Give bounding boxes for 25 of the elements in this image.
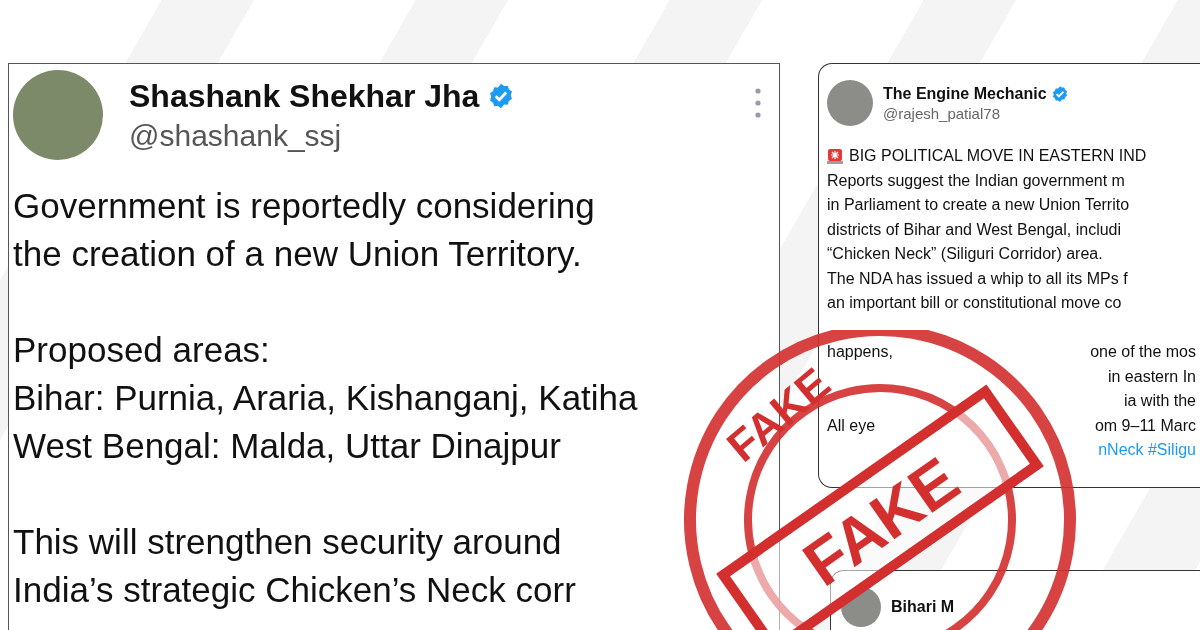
siren-icon: [827, 148, 843, 165]
tweet-text: happens,: [827, 342, 893, 362]
tweet-text: one of the mos: [1090, 342, 1196, 362]
user-name: Bihari M: [891, 598, 955, 616]
user-handle: @shashank_ssj: [129, 118, 343, 153]
tweet-paragraph: Proposed areas: Bihar: Purnia, Araria, Kishanganj, Katiha West Bengal: Malda, Uttar Dinajpur: [13, 329, 638, 467]
tweet-text: The NDA has issued a whip to all its MPs f: [827, 268, 1128, 289]
user-name: The Engine Mechanic: [883, 84, 1047, 103]
hashtag-link[interactable]: nNeck #Siligu: [1098, 438, 1196, 463]
tweet-text: in Parliament to create a new Union Territo: [827, 195, 1130, 215]
tweet-text: ia with the: [1123, 391, 1196, 411]
avatar: [841, 587, 881, 627]
tweet-text: districts of Bihar and West Bengal, includi: [827, 219, 1122, 240]
avatar: [827, 80, 873, 126]
tweet-text: “Chicken Neck” (Siliguri Corridor) area.: [827, 244, 1103, 264]
tweet-text: BIG POLITICAL MOVE IN EASTERN IND: [849, 146, 1147, 166]
user-handle: @rajesh_patial78: [883, 104, 1001, 122]
tweet-text: an important bill or constitutional move co: [827, 293, 1122, 313]
tweet-text: om 9–11 Marc: [1094, 415, 1196, 436]
tweet-paragraph: Government is reportedly considering the creation of a new Union Territory.: [13, 185, 595, 275]
tweet-text: Reports suggest the Indian government m: [827, 170, 1125, 191]
user-name: Shashank Shekhar Jha: [129, 77, 480, 115]
tweet-paragraph: This will strengthen security around India’s strategic Chicken’s Neck corr: [13, 521, 576, 611]
tweet-text: in eastern In: [1107, 366, 1196, 387]
more-options-icon[interactable]: [755, 88, 761, 118]
